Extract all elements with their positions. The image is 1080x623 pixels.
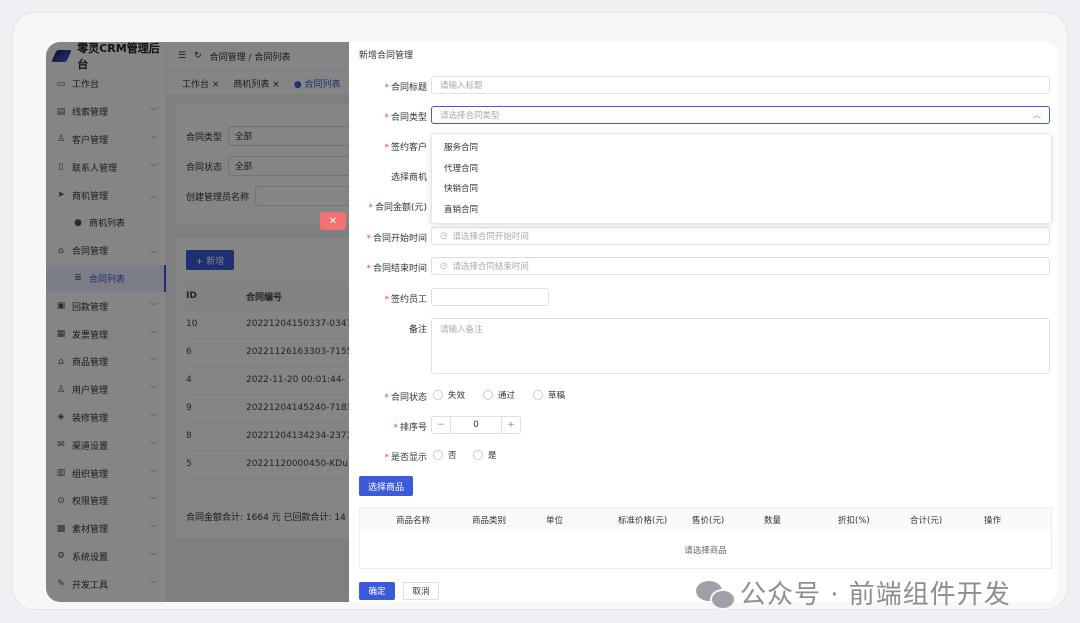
goods-table-header: 商品名称 商品类别 单位 标准价格(元) 售价(元) 数量 折扣(%) 合计(元) 操作 [360,508,1051,530]
field-customer-label: * 签约客户 [384,143,427,153]
field-staff-label: * 签约员工 [384,295,427,305]
contract-title-input[interactable]: 请输入标题 [431,76,1050,94]
dropdown-option[interactable]: 服务合同 [432,137,1051,158]
confirm-button[interactable]: 确定 [359,582,395,600]
radio-circle-icon [533,390,543,400]
goods-column-header: 单位 [546,516,564,526]
cancel-button[interactable]: 取消 [403,582,439,600]
radio-option[interactable]: 草稿 [533,389,565,401]
increment-button[interactable]: + [502,420,520,430]
crm-app: 零灵CRM管理后台 ▭ 工作台 ▤ 线索管理 ﹀ ♙ 客户管理 ﹀ ▯ 联系人管理 ﹀ ➤ 商机管理 ︿ ●… [46,42,1058,602]
decrement-button[interactable]: − [432,420,450,430]
wechat-icon [696,579,736,610]
contract-type-dropdown: 服务合同 代理合同 快销合同 直销合同 [431,133,1052,224]
field-end-label: * 合同结束时间 [366,264,427,274]
radio-option[interactable]: 是 [473,449,497,461]
radio-label: 否 [448,451,457,461]
radio-option[interactable]: 否 [433,449,457,461]
field-amount-label: * 合同金额(元) [368,203,427,213]
sort-stepper: − 0 + [431,416,521,434]
goods-column-header: 数量 [764,516,782,526]
add-contract-drawer: 新增合同管理 * 合同标题 请输入标题 * 合同类型 请选择合同类型 ︿ * 签约客户… [349,42,1058,602]
clock-icon: ◷ [440,231,448,241]
sort-value[interactable]: 0 [450,417,502,433]
radio-label: 失效 [448,391,466,401]
close-icon: ✕ [328,215,338,227]
radio-circle-icon [483,390,493,400]
close-drawer-button[interactable]: ✕ [320,212,346,230]
field-type-label: * 合同类型 [384,113,427,123]
radio-label: 是 [488,451,497,461]
goods-column-header: 售价(元) [692,516,725,526]
drawer-title: 新增合同管理 [359,51,414,61]
watermark: 公众号 · 前端组件开发 [696,574,1011,610]
remark-textarea[interactable]: 请输入备注 [431,318,1050,374]
watermark-text: 公众号 · 前端组件开发 [740,580,1011,610]
goods-empty-text: 请选择商品 [684,546,727,556]
goods-table: 商品名称 商品类别 单位 标准价格(元) 售价(元) 数量 折扣(%) 合计(元) 操作 请选择… [359,507,1052,569]
field-status-label: * 合同状态 [384,393,427,403]
radio-label: 通过 [498,391,516,401]
end-date-picker[interactable]: ◷ 请选择合同结束时间 [431,257,1050,275]
dropdown-option[interactable]: 直销合同 [432,199,1051,220]
radio-label: 草稿 [548,391,566,401]
select-goods-button[interactable]: 选择商品 [359,476,413,496]
contract-type-placeholder: 请选择合同类型 [440,111,500,121]
radio-circle-icon [473,450,483,460]
contract-type-select[interactable]: 请选择合同类型 ︿ [431,106,1050,124]
screenshot-frame: 零灵CRM管理后台 ▭ 工作台 ▤ 线索管理 ﹀ ♙ 客户管理 ﹀ ▯ 联系人管理 ﹀ ➤ 商机管理 ︿ ●… [12,12,1068,610]
field-opportunity-label: 选择商机 [390,173,427,183]
dropdown-option[interactable]: 快销合同 [432,178,1051,199]
staff-select[interactable] [431,288,549,306]
radio-option[interactable]: 通过 [483,389,515,401]
field-remark-label: 备注 [408,325,427,335]
goods-column-header: 合计(元) [910,516,943,526]
clock-icon: ◷ [440,261,448,271]
field-sort-label: * 排序号 [393,423,427,433]
start-date-picker[interactable]: ◷ 请选择合同开始时间 [431,227,1050,245]
dropdown-option[interactable]: 代理合同 [432,158,1051,179]
field-show-label: * 是否显示 [384,453,427,463]
radio-circle-icon [433,450,443,460]
goods-column-header: 商品名称 [396,516,431,526]
drawer-mask[interactable] [46,42,349,602]
goods-column-header: 折扣(%) [838,516,870,526]
chevron-up-icon: ︿ [1032,111,1041,121]
goods-column-header: 商品类别 [472,516,507,526]
radio-option[interactable]: 失效 [433,389,465,401]
field-title-label: * 合同标题 [384,83,427,93]
goods-column-header: 标准价格(元) [618,516,668,526]
field-start-label: * 合同开始时间 [366,234,427,244]
radio-circle-icon [433,390,443,400]
goods-column-header: 操作 [984,516,1002,526]
